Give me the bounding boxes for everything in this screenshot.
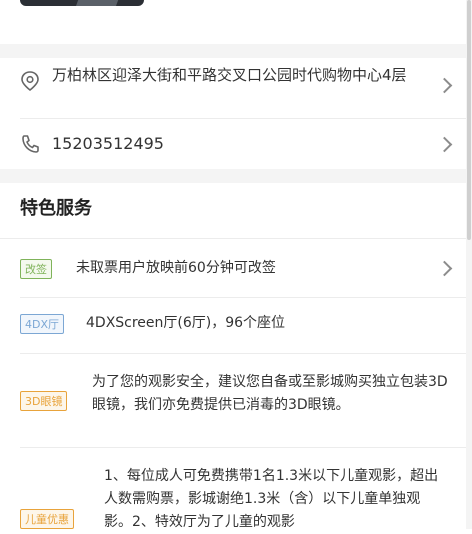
feature-badge: 儿童优惠: [20, 509, 74, 529]
divider: [0, 238, 472, 239]
address-row[interactable]: 万柏林区迎泽大街和平路交叉口公园时代购物中心4层: [0, 58, 472, 118]
chevron-right-icon[interactable]: [436, 260, 453, 277]
phone-number: 15203512495: [52, 134, 164, 153]
feature-badge: 改签: [20, 259, 52, 279]
divider: [20, 353, 472, 354]
poster-thumbnail[interactable]: [20, 0, 144, 6]
scrollbar[interactable]: [466, 0, 472, 529]
location-pin-icon: [20, 70, 40, 96]
feature-text: 未取票用户放映前60分钟可改签: [76, 260, 276, 276]
feature-text: 4DXScreen厅(6厅)，96个座位: [86, 315, 286, 331]
chevron-right-icon[interactable]: [436, 77, 453, 94]
scrollbar-thumb[interactable]: [467, 0, 471, 240]
feature-text: 1、每位成人可免费携带1名1.3米以下儿童观影，超出人数需购票，影城谢绝1.3米…: [104, 468, 439, 530]
section-gap: [0, 169, 472, 183]
divider: [20, 297, 472, 298]
feature-badge: 4DX厅: [20, 314, 65, 334]
phone-row[interactable]: 15203512495: [0, 119, 472, 169]
features-section: 特色服务 改签 未取票用户放映前60分钟可改签 4DX厅 4DXScreen厅(…: [0, 183, 472, 530]
divider: [20, 447, 472, 448]
feature-badge: 3D眼镜: [20, 391, 68, 411]
features-title: 特色服务: [20, 198, 92, 219]
address-text: 万柏林区迎泽大街和平路交叉口公园时代购物中心4层: [52, 66, 407, 84]
chevron-right-icon[interactable]: [436, 136, 453, 153]
section-gap: [0, 44, 472, 58]
phone-icon: [20, 133, 40, 159]
feature-text: 为了您的观影安全，建议您自备或至影城购买独立包装3D眼镜，我们亦免费提供已消毒的…: [92, 374, 448, 413]
header-strip: [0, 0, 472, 44]
